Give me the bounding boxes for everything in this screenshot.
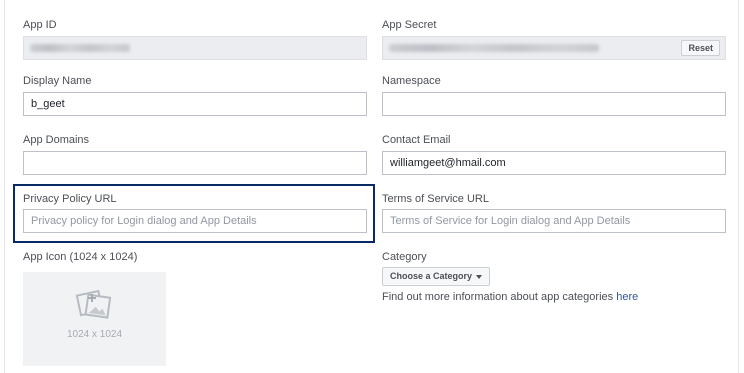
- display-name-input[interactable]: b_geet: [23, 92, 367, 116]
- page-border-left: [4, 0, 5, 373]
- choose-category-dropdown[interactable]: Choose a Category: [382, 267, 491, 286]
- contact-email-input[interactable]: williamgeet@hmail.com: [382, 151, 726, 175]
- app-domains-input[interactable]: [23, 151, 367, 175]
- app-secret-redacted-value: [389, 44, 599, 52]
- terms-of-service-input[interactable]: Terms of Service for Login dialog and Ap…: [382, 209, 726, 233]
- privacy-policy-input[interactable]: Privacy policy for Login dialog and App …: [23, 209, 367, 233]
- page-border-right: [738, 0, 739, 373]
- app-secret-label: App Secret: [382, 19, 437, 31]
- category-help-link[interactable]: here: [616, 291, 638, 303]
- caret-down-icon: [476, 274, 483, 279]
- app-domains-label: App Domains: [23, 134, 90, 146]
- category-help-message: Find out more information about app cate…: [382, 291, 617, 303]
- display-name-label: Display Name: [23, 75, 92, 87]
- app-icon-upload[interactable]: 1024 x 1024: [23, 272, 166, 366]
- app-icon-size-text: 1024 x 1024: [66, 329, 123, 340]
- app-id-redacted-value: [30, 44, 130, 52]
- app-id-field[interactable]: [23, 36, 367, 60]
- app-icon-label: App Icon (1024 x 1024): [23, 251, 138, 263]
- contact-email-label: Contact Email: [382, 134, 451, 146]
- namespace-input[interactable]: [382, 92, 726, 116]
- category-label: Category: [382, 251, 427, 263]
- privacy-policy-label: Privacy Policy URL: [23, 193, 117, 205]
- namespace-label: Namespace: [382, 75, 441, 87]
- terms-of-service-label: Terms of Service URL: [382, 193, 489, 205]
- reset-secret-button[interactable]: Reset: [681, 40, 720, 56]
- category-help-text: Find out more information about app cate…: [382, 291, 638, 303]
- choose-category-label: Choose a Category: [390, 271, 473, 281]
- app-secret-field[interactable]: Reset: [382, 36, 726, 60]
- app-id-label: App ID: [23, 19, 57, 31]
- image-upload-icon: [75, 289, 112, 319]
